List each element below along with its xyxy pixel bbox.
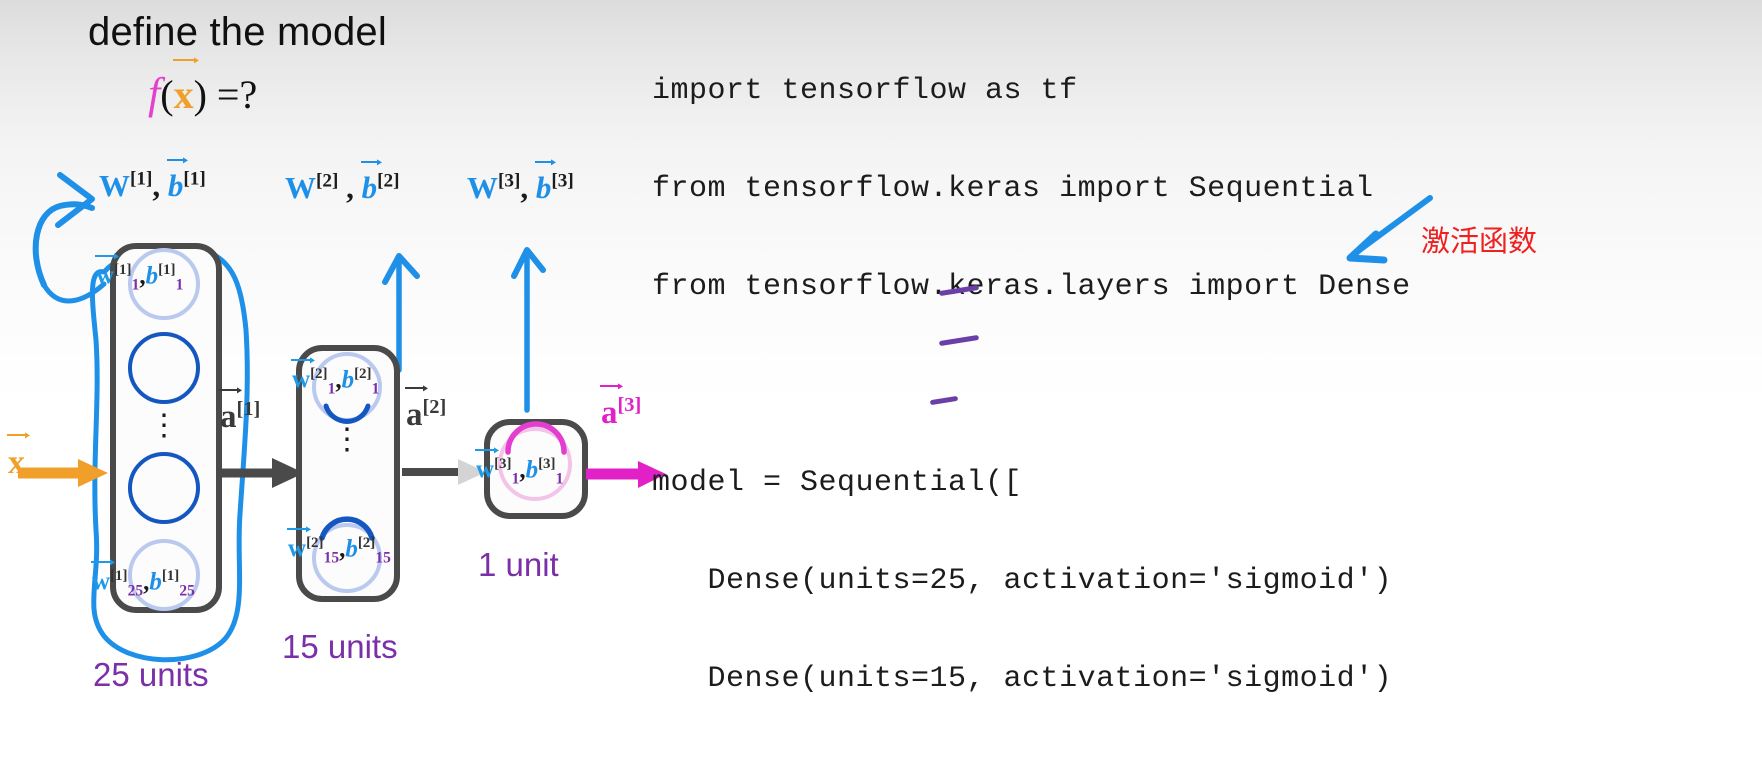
code-line-5: Dense(units=25, activation='sigmoid') [652, 564, 1393, 598]
a-symbol: a [600, 385, 620, 431]
b-subscript: 1 [555, 470, 564, 488]
b-subscript: 1 [175, 276, 184, 294]
b-symbol: b [149, 568, 162, 596]
activation-annotation-text: 激活函数 [1421, 226, 1538, 258]
code-line-1: import tensorflow as tf [652, 74, 1078, 108]
b-subscript: 1 [371, 380, 380, 398]
a-superscript: [1] [236, 398, 261, 420]
w-symbol: w [90, 560, 114, 596]
w-subscript: 25 [127, 582, 144, 600]
a-symbol: a [219, 389, 239, 435]
b-symbol: b [145, 262, 159, 290]
layer-2-units-label: 15 units [282, 628, 398, 665]
w-superscript: [2] [306, 535, 324, 551]
layer-1-neuron-24 [128, 452, 200, 524]
activation-label-1: a[1] [219, 389, 261, 436]
layer-1-units-label: 25 units [93, 656, 209, 693]
layer-3-weight-note: w[3]1,b[3]1 [474, 448, 564, 488]
activation-label-2: a[2] [405, 387, 447, 434]
layer-1-bottom-weight-note: w[1]25,b[1]25 [90, 560, 195, 600]
b-symbol: b [341, 366, 355, 394]
slide-canvas: define the model f(x) =? W[1], b[1] W[2]… [0, 0, 1762, 779]
b-subscript: 15 [375, 549, 391, 567]
input-arrow-orange [18, 459, 108, 487]
layer-1-ellipsis: ⋮ [149, 409, 179, 442]
w-superscript: [1] [114, 262, 132, 278]
b-superscript: [2] [354, 366, 372, 382]
code-line-6: Dense(units=15, activation='sigmoid') [652, 662, 1393, 696]
code-line-3: from tensorflow.keras.layers import Dens… [652, 270, 1411, 304]
layer-2-top-weight-note: w[2]1,b[2]1 [290, 358, 380, 398]
w-symbol: w [290, 358, 314, 394]
code-block: import tensorflow as tf from tensorflow.… [652, 18, 1411, 779]
w-symbol: w [286, 527, 310, 563]
w-symbol: w [474, 448, 498, 484]
a-superscript: [2] [422, 396, 447, 418]
code-line-4: model = Sequential([ [652, 466, 1023, 500]
b-superscript: [2] [357, 535, 376, 551]
a-superscript: [3] [617, 394, 642, 416]
w-symbol: w [94, 254, 118, 290]
w-superscript: [3] [494, 456, 512, 472]
w-superscript: [1] [110, 568, 128, 584]
code-line-2: from tensorflow.keras import Sequential [652, 172, 1374, 206]
code-line-blank-2 [652, 753, 1411, 779]
b-symbol: b [525, 456, 539, 484]
code-line-blank-1 [652, 361, 1411, 410]
b-superscript: [1] [158, 262, 176, 278]
b-symbol: b [345, 535, 358, 563]
layer-2-bottom-weight-note: w[2]15,b[2]15 [286, 527, 391, 567]
layer-1-top-weight-note: w[1]1,b[1]1 [94, 254, 184, 294]
a-symbol: a [405, 387, 425, 433]
layer-3-units-label: 1 unit [478, 546, 559, 583]
activation-label-3: a[3] [600, 385, 642, 432]
w-subscript: 15 [323, 549, 340, 567]
layer-1-neuron-2 [128, 332, 200, 404]
w-superscript: [2] [310, 366, 328, 382]
b-subscript: 25 [179, 582, 195, 600]
b-superscript: [1] [161, 568, 180, 584]
b-superscript: [3] [538, 456, 556, 472]
